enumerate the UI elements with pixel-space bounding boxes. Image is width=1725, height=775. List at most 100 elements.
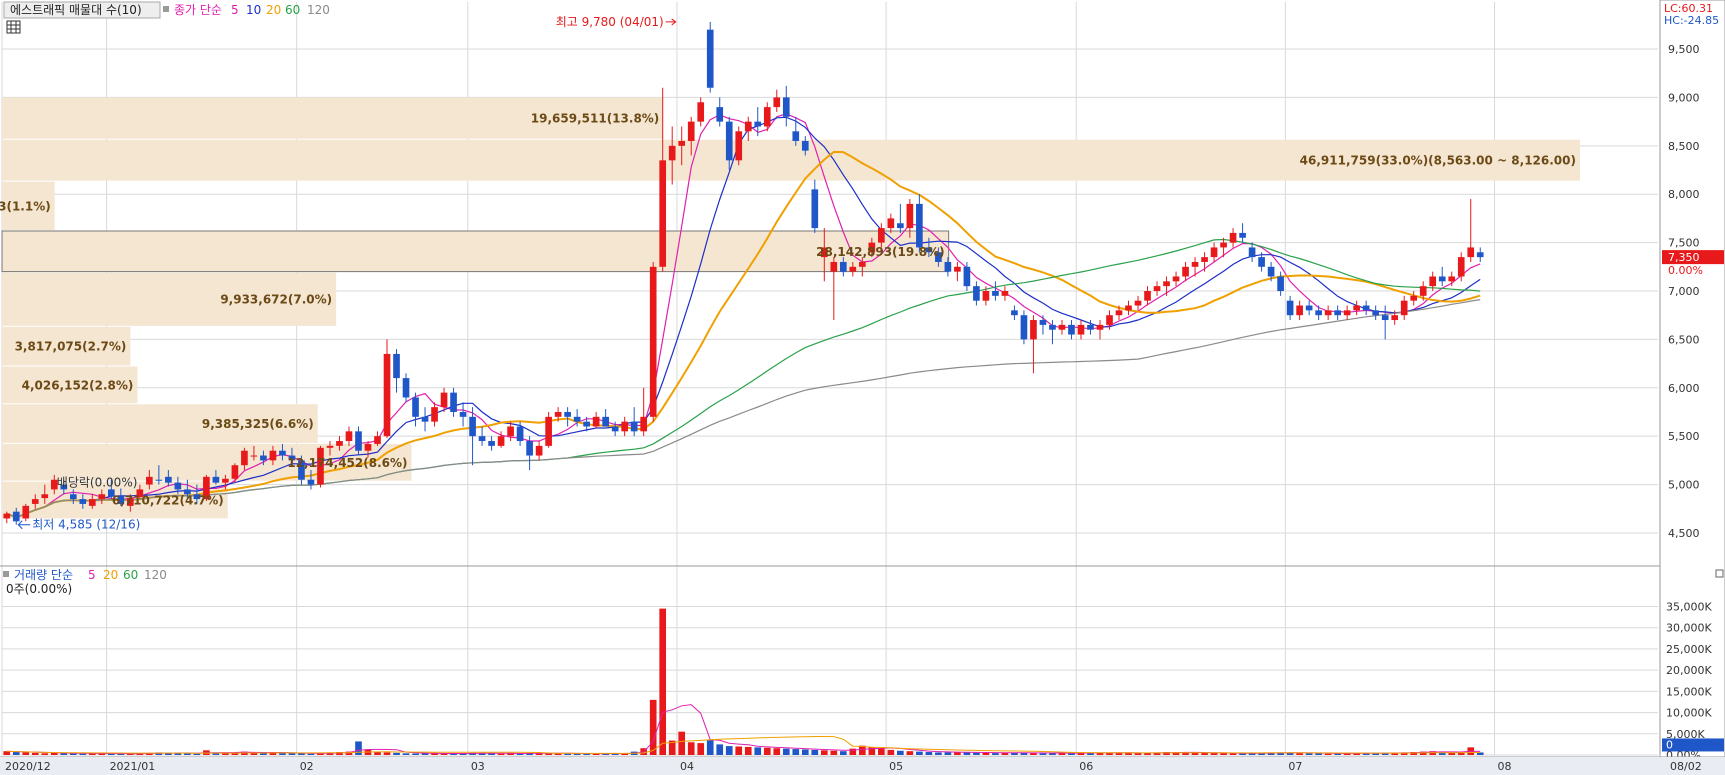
candle-body bbox=[231, 465, 239, 479]
candle-body bbox=[469, 416, 476, 437]
price-tick-label: 9,000 bbox=[1668, 91, 1700, 104]
price-tick-label: 7,500 bbox=[1668, 237, 1700, 250]
candle-body bbox=[307, 479, 315, 485]
candle-body bbox=[735, 131, 743, 161]
candle-body bbox=[811, 189, 819, 229]
date-tick-label: 2020/12 bbox=[5, 760, 51, 773]
volume-bar bbox=[754, 747, 762, 755]
volume-bar bbox=[12, 752, 20, 755]
volume-tick-label: 10,000K bbox=[1666, 707, 1712, 720]
candle-body bbox=[1258, 257, 1265, 267]
candle-body bbox=[897, 223, 904, 229]
volume-tick-label: 15,000K bbox=[1666, 685, 1712, 698]
candle-body bbox=[1419, 286, 1427, 296]
candle-body bbox=[1191, 261, 1199, 267]
volume-bar bbox=[782, 748, 790, 755]
volume-bar bbox=[497, 753, 505, 755]
candle-body bbox=[1153, 286, 1161, 291]
date-tick-label: 06 bbox=[1079, 760, 1093, 773]
volume-bar bbox=[184, 753, 191, 755]
panel-toggle-icon[interactable] bbox=[1715, 569, 1724, 578]
candle-body bbox=[421, 416, 429, 422]
candle-body bbox=[887, 218, 895, 229]
candle-body bbox=[649, 266, 657, 417]
candle-body bbox=[859, 261, 866, 267]
volume-tick-label: 25,000K bbox=[1666, 643, 1712, 656]
candle-body bbox=[1229, 232, 1237, 243]
candle-body bbox=[260, 455, 267, 461]
volume-bar bbox=[383, 752, 391, 755]
candle-body bbox=[222, 478, 229, 483]
candle-body bbox=[402, 378, 410, 398]
date-tick-label: 08 bbox=[1498, 760, 1512, 773]
legend-ma10[interactable]: 10 bbox=[246, 3, 261, 17]
volume-bar bbox=[773, 748, 781, 755]
volume-profile-label: 28,142,893(19.8%) bbox=[816, 245, 945, 259]
volume-bar bbox=[1039, 753, 1047, 755]
candle-body bbox=[383, 353, 391, 437]
volume-bar bbox=[288, 753, 296, 755]
volume-bar bbox=[649, 699, 657, 755]
volume-bar bbox=[31, 752, 39, 755]
candle-body bbox=[1144, 291, 1151, 301]
candle-body bbox=[744, 121, 752, 132]
candle-body bbox=[944, 261, 952, 272]
volume-bar bbox=[1134, 753, 1142, 755]
candle-body bbox=[69, 494, 77, 500]
volume-bar bbox=[725, 746, 733, 755]
indicator-title[interactable]: 에스트래픽 매물대 수(10) bbox=[10, 3, 142, 17]
candle-body bbox=[269, 450, 277, 461]
candle-body bbox=[621, 421, 628, 432]
price-tick-label: 7,000 bbox=[1668, 285, 1700, 298]
candle-body bbox=[1334, 310, 1341, 316]
candle-body bbox=[630, 421, 638, 432]
legend-vol-ma5[interactable]: 5 bbox=[88, 568, 96, 582]
legend-price-label[interactable]: 종가 단순 bbox=[174, 3, 222, 17]
candle-body bbox=[1457, 257, 1465, 277]
candle-body bbox=[1400, 300, 1408, 316]
price-tick-label: 5,500 bbox=[1668, 430, 1700, 443]
candle-body bbox=[279, 450, 286, 456]
volume-bar bbox=[811, 749, 819, 755]
legend-vol-ma120[interactable]: 120 bbox=[144, 568, 167, 582]
candle-body bbox=[973, 286, 980, 301]
volume-bar bbox=[820, 750, 828, 755]
volume-profile-label: 6,710,722(4.7%) bbox=[112, 494, 224, 508]
volume-profile-label: 9,385,325(6.6%) bbox=[202, 417, 314, 431]
legend-ma60[interactable]: 60 bbox=[285, 3, 300, 17]
legend-ma20[interactable]: 20 bbox=[266, 3, 281, 17]
candle-body bbox=[1286, 300, 1294, 316]
candle-body bbox=[1239, 232, 1246, 238]
candle-body bbox=[12, 511, 20, 522]
volume-bar bbox=[887, 749, 895, 755]
candle-body bbox=[849, 266, 857, 272]
volume-bar bbox=[906, 751, 914, 755]
candle-body bbox=[450, 392, 457, 412]
candle-body bbox=[1467, 247, 1475, 258]
legend-ma5[interactable]: 5 bbox=[231, 3, 239, 17]
candle-body bbox=[554, 411, 562, 417]
candle-body bbox=[1096, 324, 1104, 330]
candle-body bbox=[1343, 310, 1351, 316]
price-tick-label: 6,000 bbox=[1668, 382, 1700, 395]
candle-body bbox=[412, 397, 419, 417]
dividend-annotation: 배당락(0.00%) bbox=[57, 475, 138, 489]
legend-vol-ma20[interactable]: 20 bbox=[103, 568, 118, 582]
volume-profile-label: 19,659,511(13.8%) bbox=[531, 112, 660, 126]
legend-volume-label[interactable]: 거래량 단순 bbox=[14, 568, 73, 582]
volume-bar bbox=[1305, 753, 1313, 755]
legend-vol-ma60[interactable]: 60 bbox=[123, 568, 138, 582]
volume-bar bbox=[839, 751, 847, 755]
volume-bar bbox=[1315, 753, 1322, 755]
candle-body bbox=[992, 291, 999, 296]
candle-body bbox=[773, 97, 781, 108]
hc-indicator: HC:-24.85 bbox=[1664, 14, 1719, 27]
volume-tick-label: 30,000K bbox=[1666, 622, 1712, 635]
candle-body bbox=[88, 499, 96, 506]
date-tick-label: 05 bbox=[889, 760, 903, 773]
table-icon[interactable] bbox=[6, 20, 21, 34]
candle-body bbox=[573, 416, 581, 422]
candle-body bbox=[516, 426, 524, 442]
legend-ma120[interactable]: 120 bbox=[307, 3, 330, 17]
volume-bar bbox=[41, 753, 49, 755]
